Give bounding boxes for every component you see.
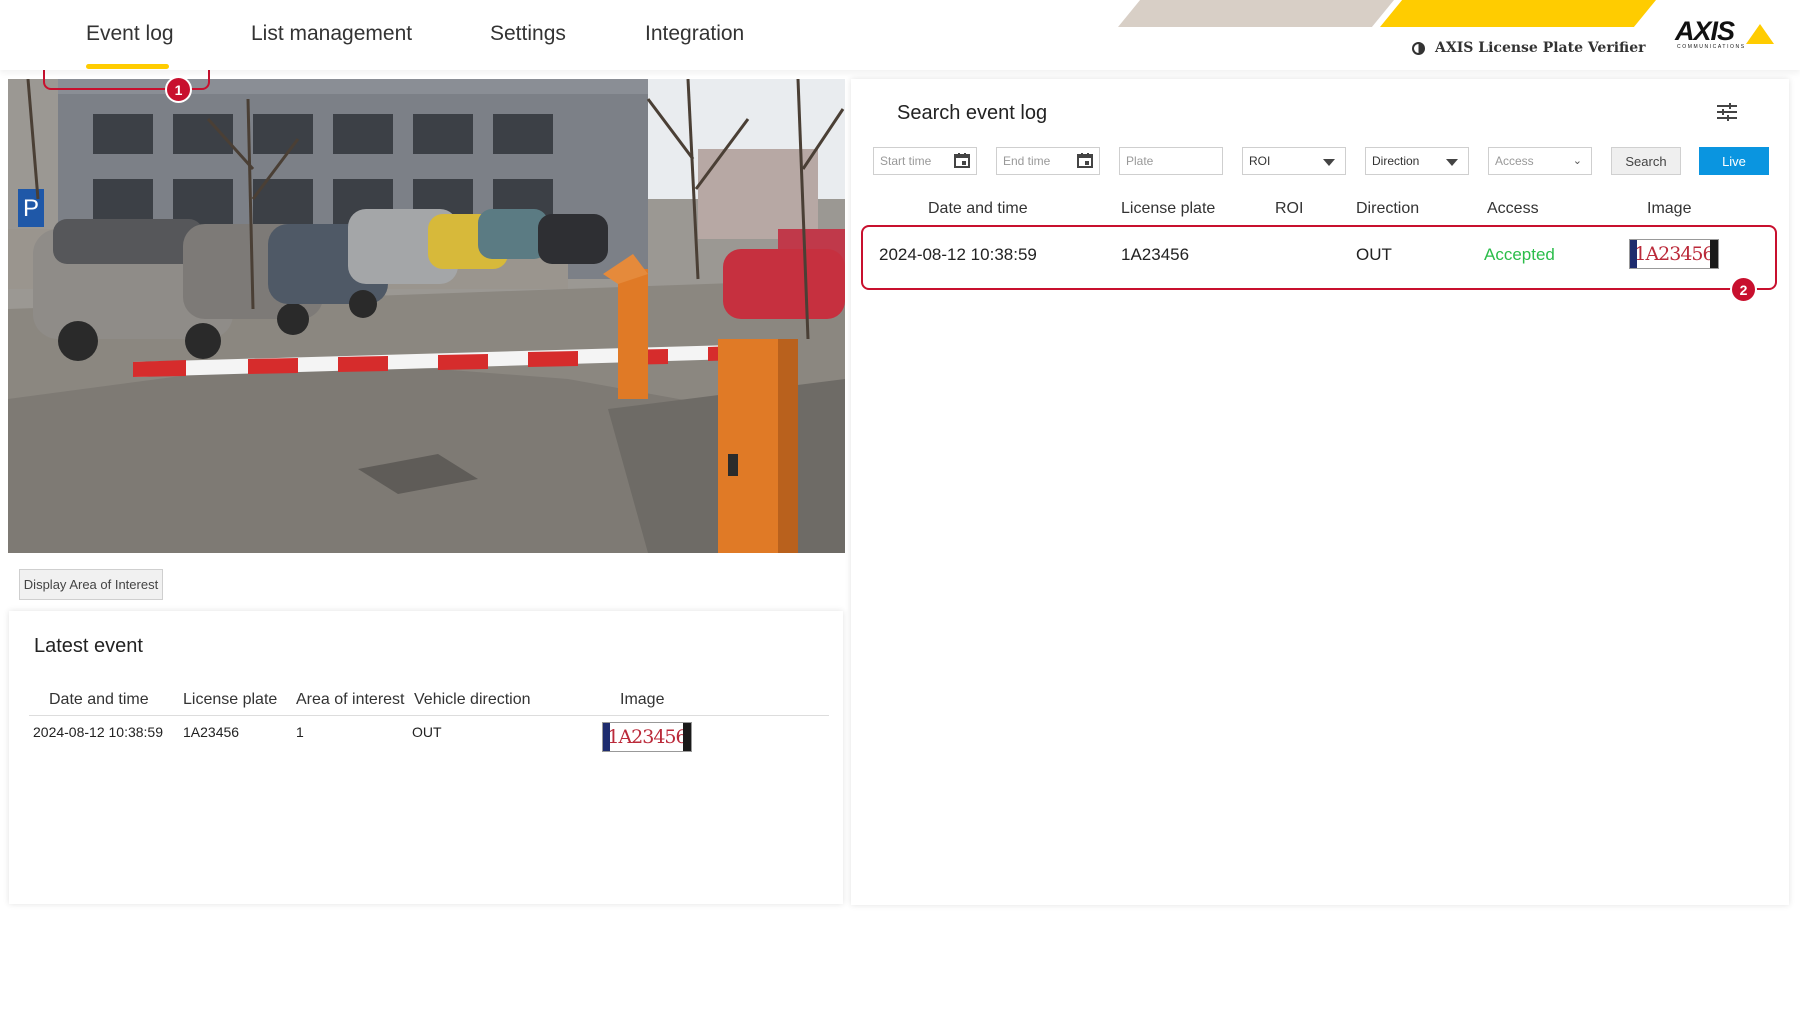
cell-vehicle-direction: OUT xyxy=(412,724,442,740)
column-header-roi: ROI xyxy=(1275,200,1304,217)
dropdown-arrow-icon xyxy=(1446,159,1458,166)
calendar-icon[interactable] xyxy=(954,153,970,168)
search-event-log-title: Search event log xyxy=(897,102,1048,124)
start-time-placeholder: Start time xyxy=(880,154,932,168)
column-header-license-plate: License plate xyxy=(183,691,278,708)
plate-input[interactable]: Plate xyxy=(1119,147,1223,175)
calendar-icon[interactable] xyxy=(1077,153,1093,168)
live-button[interactable]: Live xyxy=(1699,147,1769,175)
app-brand: AXIS License Plate Verifier xyxy=(1412,40,1646,56)
column-header-date-time: Date and time xyxy=(928,200,1028,217)
tab-event-log[interactable]: Event log xyxy=(86,22,174,46)
tab-list-management[interactable]: List management xyxy=(251,22,412,46)
camera-live-view: P xyxy=(8,79,845,553)
direction-select[interactable]: Direction xyxy=(1365,147,1469,175)
column-header-image: Image xyxy=(620,691,665,708)
column-header-date-time: Date and time xyxy=(49,691,149,708)
logo-triangle-icon xyxy=(1746,24,1774,44)
end-time-placeholder: End time xyxy=(1003,154,1051,168)
header-divider xyxy=(29,715,829,716)
access-select-value: Access xyxy=(1495,154,1534,168)
search-button[interactable]: Search xyxy=(1611,147,1681,175)
callout-badge-1: 1 xyxy=(165,76,192,103)
callout-badge-2: 2 xyxy=(1730,276,1757,303)
plate-eu-band xyxy=(603,723,610,751)
start-time-input[interactable]: Start time xyxy=(873,147,977,175)
latest-event-title: Latest event xyxy=(34,635,143,657)
chevron-down-icon: ⌄ xyxy=(1572,155,1582,167)
column-header-access: Access xyxy=(1487,200,1539,217)
camera-scene-image: P xyxy=(8,79,845,553)
app-name: AXIS License Plate Verifier xyxy=(1435,40,1646,56)
logo-subtext: COMMUNICATIONS xyxy=(1677,44,1746,50)
latest-event-panel: Latest event Date and time License plate… xyxy=(9,611,843,904)
tab-integration[interactable]: Integration xyxy=(645,22,744,46)
sliders-icon[interactable] xyxy=(1716,102,1738,122)
plate-image-thumbnail[interactable]: 1A23456 xyxy=(602,722,692,752)
logo-text: AXIS xyxy=(1675,16,1735,46)
plate-image-text: 1A23456 xyxy=(607,726,687,748)
cell-license-plate: 1A23456 xyxy=(183,724,240,740)
axis-logo: AXIS COMMUNICATIONS xyxy=(1675,16,1785,52)
column-header-area-of-interest: Area of interest xyxy=(296,691,405,708)
cell-area-of-interest: 1 xyxy=(296,724,304,740)
decorative-stripe-gray xyxy=(1118,0,1394,27)
display-area-of-interest-button[interactable]: Display Area of Interest xyxy=(19,569,163,600)
contrast-icon[interactable] xyxy=(1412,41,1425,55)
decorative-stripe-yellow xyxy=(1380,0,1656,27)
direction-select-value: Direction xyxy=(1372,154,1420,168)
active-tab-indicator xyxy=(86,64,169,69)
column-header-license-plate: License plate xyxy=(1121,200,1216,217)
end-time-input[interactable]: End time xyxy=(996,147,1100,175)
cell-date-time: 2024-08-12 10:38:59 xyxy=(33,724,163,740)
roi-select[interactable]: ROI xyxy=(1242,147,1346,175)
plate-placeholder: Plate xyxy=(1126,154,1154,168)
column-header-direction: Direction xyxy=(1356,200,1420,217)
access-select[interactable]: Access ⌄ xyxy=(1488,147,1592,175)
plate-edge xyxy=(683,723,691,751)
dropdown-arrow-icon xyxy=(1323,159,1335,166)
column-header-vehicle-direction: Vehicle direction xyxy=(414,691,531,708)
roi-select-value: ROI xyxy=(1249,154,1271,168)
tab-settings[interactable]: Settings xyxy=(490,22,566,46)
column-header-image: Image xyxy=(1647,200,1692,217)
top-navigation-bar: Event log List management Settings Integ… xyxy=(0,0,1800,70)
highlight-box-2 xyxy=(861,225,1777,290)
